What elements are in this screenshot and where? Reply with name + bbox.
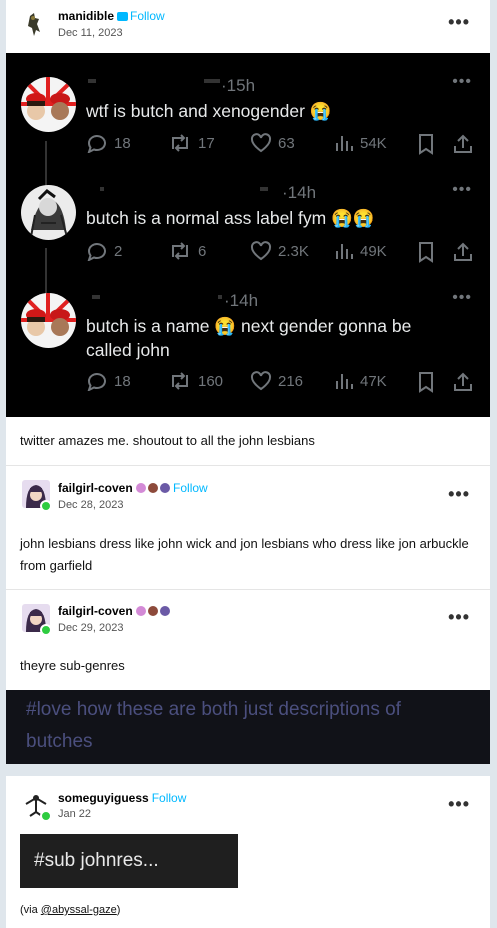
orb-badge-icon — [160, 483, 171, 493]
follow-button[interactable]: Follow — [173, 481, 208, 495]
reblog-entry: someguyiguess Follow Jan 22 ••• #sub john… — [6, 776, 490, 928]
views-icon — [336, 374, 353, 389]
heart-icon — [250, 371, 272, 391]
orb-badge-icon — [160, 606, 171, 616]
bug-badge-icon — [148, 606, 159, 616]
post-date[interactable]: Jan 22 — [58, 808, 91, 820]
tweet-more-icon: ••• — [452, 73, 472, 90]
tweet-time: 15h — [226, 76, 256, 95]
tweet-more-icon: ••• — [452, 181, 472, 198]
tweet-avatar — [21, 77, 76, 132]
bug-badge-icon — [148, 483, 159, 493]
more-options-icon[interactable]: ••• — [448, 794, 470, 815]
via-link[interactable]: @abyssal-gaze — [41, 904, 117, 916]
retweet-count: 160 — [168, 371, 223, 391]
heart-icon — [250, 241, 272, 261]
views-icon — [336, 136, 353, 151]
like-count: 63 — [250, 133, 295, 153]
badge-icons — [136, 483, 171, 495]
username[interactable]: someguyiguess — [58, 791, 149, 805]
post-date[interactable]: Dec 11, 2023 — [58, 27, 123, 39]
tweet-stats: 2 6 2.3K 49K — [86, 241, 478, 263]
retweet-count: 17 — [168, 133, 215, 153]
bookmark-icon — [419, 242, 433, 263]
twitter-screenshot: ·15h ••• wtf is butch and xenogender 😭 1… — [6, 53, 490, 417]
tweet-avatar — [21, 293, 76, 348]
tweet-stats: 18 17 63 54K — [86, 133, 478, 155]
bookmark-icon — [419, 134, 433, 155]
retweet-icon — [172, 372, 188, 390]
follow-button[interactable]: Follow — [152, 791, 187, 805]
tags-text: #love how these are both just descriptio… — [26, 699, 401, 752]
tweet-more-icon: ••• — [452, 289, 472, 306]
brain-badge-icon — [136, 483, 147, 493]
reblog-entry: failgirl-coven Dec 29, 2023 ••• theyre s… — [6, 590, 490, 690]
tags-image: #love how these are both just descriptio… — [6, 690, 490, 764]
online-badge — [40, 810, 52, 822]
tweet-avatar — [21, 185, 76, 240]
view-count: 47K — [334, 371, 387, 391]
follow-icon — [117, 12, 129, 21]
reply-count: 2 — [86, 241, 122, 261]
follow-button[interactable]: Follow — [117, 9, 165, 23]
username[interactable]: manidible — [58, 9, 114, 23]
view-count: 54K — [334, 133, 387, 153]
reply-count: 18 — [86, 133, 131, 153]
views-icon — [336, 244, 353, 259]
bookmark-icon — [419, 372, 433, 393]
avatar[interactable] — [22, 10, 50, 38]
retweet-icon — [172, 134, 188, 152]
heart-icon — [250, 133, 272, 153]
sub-tag-text: #sub johnres... — [34, 850, 159, 871]
username[interactable]: failgirl-coven — [58, 481, 133, 495]
reblog-entry: failgirl-coven Follow Dec 28, 2023 ••• j… — [6, 466, 490, 589]
post-date[interactable]: Dec 28, 2023 — [58, 499, 123, 511]
op-caption: twitter amazes me. shoutout to all the j… — [6, 417, 490, 465]
reply-icon — [87, 135, 106, 153]
more-options-icon[interactable]: ••• — [448, 484, 470, 505]
op-post-header: manidible Follow Dec 11, 2023 ••• — [6, 0, 490, 53]
more-options-icon[interactable]: ••• — [448, 12, 470, 33]
post-text: twitter amazes me. shoutout to all the j… — [20, 433, 315, 448]
via-attribution: (via @abyssal-gaze) — [20, 904, 121, 916]
brain-badge-icon — [136, 606, 147, 616]
reply-icon — [87, 373, 106, 391]
reply-count: 18 — [86, 371, 131, 391]
tweet-stats: 18 160 216 47K — [86, 371, 478, 393]
tweet-text: butch is a name 😭 next gender gonna be c… — [86, 316, 412, 360]
username[interactable]: failgirl-coven — [58, 604, 133, 618]
retweet-icon — [172, 242, 188, 260]
tweet-time: 14h — [287, 183, 317, 202]
reply-icon — [87, 243, 106, 261]
like-count: 216 — [250, 371, 303, 391]
view-count: 49K — [334, 241, 387, 261]
retweet-count: 6 — [168, 241, 206, 261]
post-date[interactable]: Dec 29, 2023 — [58, 622, 123, 634]
sub-tag-image: #sub johnres... — [20, 834, 238, 888]
post-text: john lesbians dress like john wick and j… — [20, 536, 469, 573]
online-badge — [40, 624, 52, 636]
online-badge — [40, 500, 52, 512]
share-icon — [454, 134, 472, 153]
share-icon — [454, 372, 472, 391]
badge-icons — [136, 604, 171, 618]
tweet-text: wtf is butch and xenogender 😭 — [86, 101, 332, 121]
tumblr-post-thread: manidible Follow Dec 11, 2023 ••• ·15h •… — [0, 0, 497, 928]
like-count: 2.3K — [250, 241, 309, 261]
tweet-time: 14h — [229, 291, 259, 310]
post-text: theyre sub-genres — [20, 658, 125, 673]
more-options-icon[interactable]: ••• — [448, 607, 470, 628]
tweet-text: butch is a normal ass label fym 😭😭 — [86, 208, 375, 228]
share-icon — [454, 242, 472, 261]
